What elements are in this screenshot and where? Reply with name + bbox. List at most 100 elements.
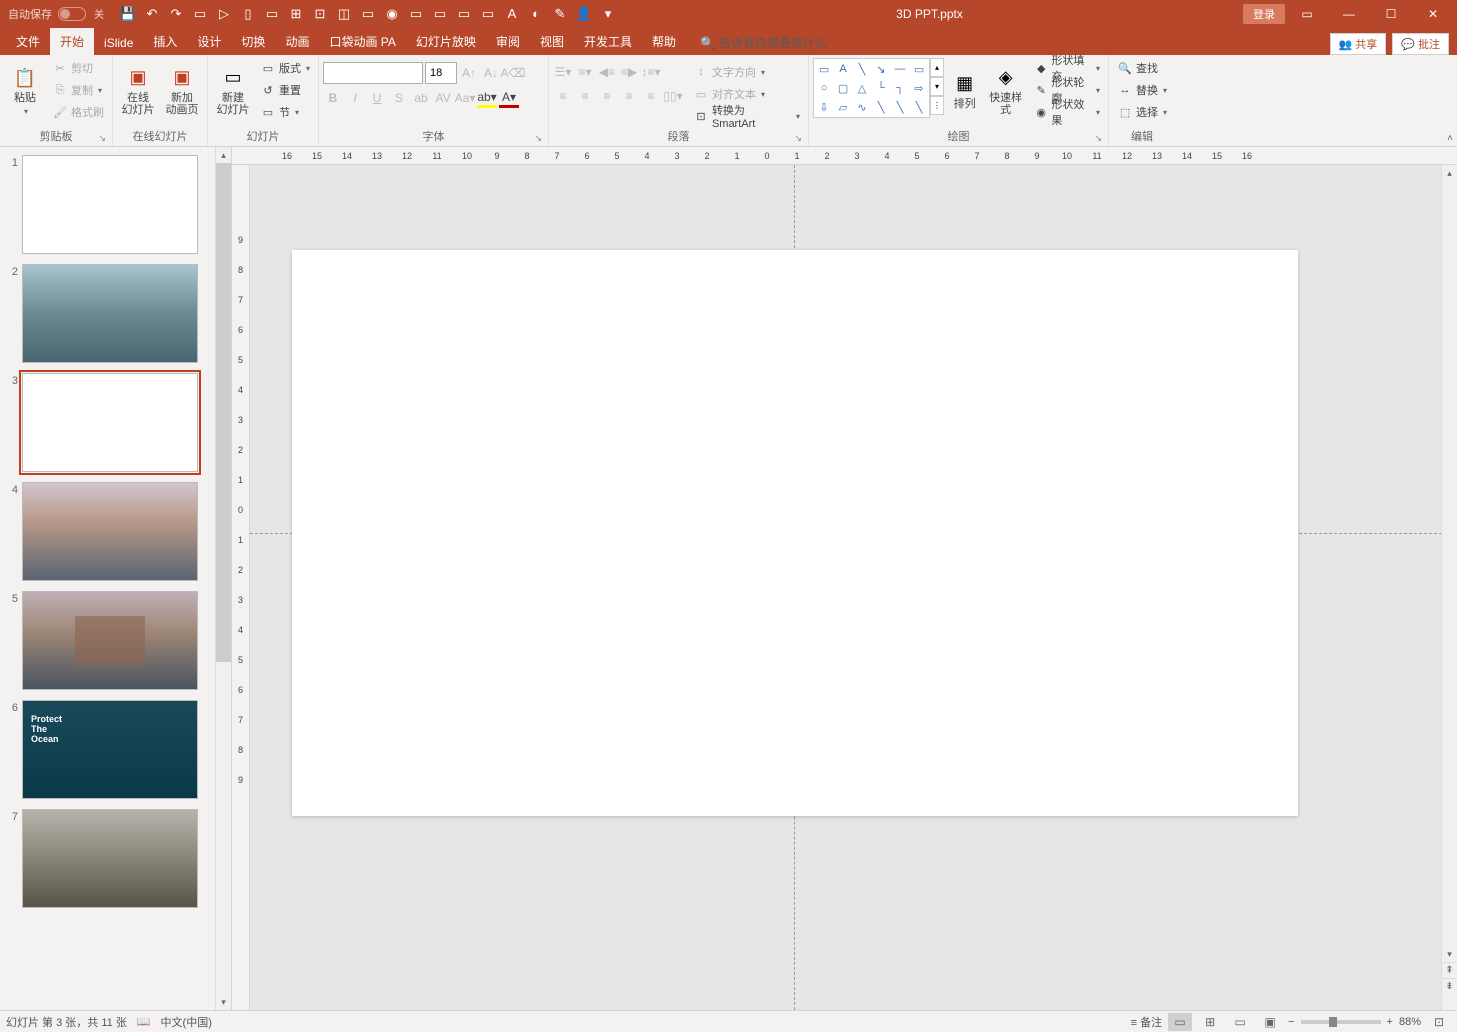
shapes-gallery[interactable]: ▭ A ╲ ↘ — ▭ ○ ▢ △ └ ┐ ⇨ ⇩ ▱ ∿ ╲ ╲: [813, 58, 930, 118]
editor-scrollbar[interactable]: ▴ ▾ ⇞ ⇟: [1441, 165, 1457, 1010]
justify-icon[interactable]: ≡: [619, 86, 639, 106]
slide-thumb-5[interactable]: 5: [4, 591, 231, 690]
qat-icon-10[interactable]: ▭: [432, 6, 448, 22]
new-anim-button[interactable]: ▣ 新加 动画页: [161, 58, 203, 124]
format-painter-button[interactable]: 🖌格式刷: [48, 102, 108, 122]
slide-counter[interactable]: 幻灯片 第 3 张，共 11 张: [6, 1014, 127, 1030]
increase-indent-icon[interactable]: ≡▶: [619, 62, 639, 82]
notes-button[interactable]: ≡ 备注: [1131, 1014, 1162, 1030]
shape-line3-icon[interactable]: ╲: [872, 98, 890, 116]
panel-scrollbar[interactable]: ▴ ▾: [215, 147, 231, 1010]
slide-thumbnail[interactable]: [22, 809, 198, 908]
slide-thumbnail[interactable]: [22, 373, 198, 472]
dialog-launcher-icon[interactable]: ↘: [98, 133, 106, 144]
share-button[interactable]: 👥共享: [1330, 33, 1387, 55]
qat-icon-4[interactable]: ⊞: [288, 6, 304, 22]
tab-design[interactable]: 设计: [187, 28, 231, 55]
font-size-input[interactable]: [425, 62, 457, 84]
shapes-down-icon[interactable]: ▾: [930, 77, 944, 96]
qat-icon-13[interactable]: A: [504, 6, 520, 22]
new-slide-button[interactable]: ▭ 新建 幻灯片: [212, 58, 254, 124]
tell-me-search[interactable]: 🔍 告诉我你想要做什么: [694, 30, 833, 55]
slideshow-view-icon[interactable]: ▣: [1258, 1013, 1282, 1031]
zoom-in-icon[interactable]: +: [1387, 1016, 1393, 1028]
slide-thumb-4[interactable]: 4: [4, 482, 231, 581]
section-button[interactable]: ▭节▾: [256, 102, 314, 122]
minimize-icon[interactable]: —: [1329, 2, 1369, 26]
slide-thumb-2[interactable]: 2: [4, 264, 231, 363]
shape-elbow2-icon[interactable]: ┐: [891, 79, 909, 97]
tab-pocket-anim[interactable]: 口袋动画 PA: [319, 28, 405, 55]
from-beginning-icon[interactable]: ▷: [216, 6, 232, 22]
close-icon[interactable]: ✕: [1413, 2, 1453, 26]
language-indicator[interactable]: 中文(中国): [161, 1014, 212, 1030]
shape-rightarrow-icon[interactable]: ⇨: [910, 79, 928, 97]
shape-callout-icon[interactable]: ▱: [834, 98, 852, 116]
tab-view[interactable]: 视图: [530, 28, 574, 55]
login-button[interactable]: 登录: [1243, 4, 1285, 24]
increase-font-icon[interactable]: A↑: [459, 63, 479, 83]
char-spacing-icon[interactable]: AV: [433, 88, 453, 108]
shape-effects-button[interactable]: ◉形状效果▾: [1030, 102, 1104, 122]
slide-thumbnail[interactable]: [22, 155, 198, 254]
tab-file[interactable]: 文件: [6, 28, 50, 55]
zoom-out-icon[interactable]: −: [1288, 1016, 1294, 1028]
shape-downarrow-icon[interactable]: ⇩: [815, 98, 833, 116]
spell-check-icon[interactable]: 📖: [137, 1015, 151, 1028]
shapes-up-icon[interactable]: ▴: [930, 58, 944, 77]
highlight-icon[interactable]: ab▾: [477, 88, 497, 108]
collapse-ribbon-icon[interactable]: ˄: [1447, 133, 1453, 144]
qat-icon-2[interactable]: ▯: [240, 6, 256, 22]
canvas-area[interactable]: [250, 165, 1457, 1010]
horizontal-ruler[interactable]: 1615141312111098765432101234567891011121…: [232, 147, 1457, 165]
shape-textbox-icon[interactable]: A: [834, 60, 852, 78]
tab-developer[interactable]: 开发工具: [574, 28, 642, 55]
slide-thumb-6[interactable]: 6: [4, 700, 231, 799]
dialog-launcher-icon[interactable]: ↘: [794, 133, 802, 144]
scroll-thumb[interactable]: [216, 163, 231, 662]
tab-animations[interactable]: 动画: [275, 28, 319, 55]
numbering-icon[interactable]: ≡▾: [575, 62, 595, 82]
slide-thumbnail[interactable]: [22, 264, 198, 363]
qat-icon-12[interactable]: ▭: [480, 6, 496, 22]
decrease-indent-icon[interactable]: ◀≡: [597, 62, 617, 82]
shadow-icon[interactable]: ab: [411, 88, 431, 108]
change-case-icon[interactable]: Aa▾: [455, 88, 475, 108]
shape-rect2-icon[interactable]: ▭: [910, 60, 928, 78]
online-slide-button[interactable]: ▣ 在线 幻灯片: [117, 58, 159, 124]
italic-icon[interactable]: I: [345, 88, 365, 108]
qat-icon-9[interactable]: ▭: [408, 6, 424, 22]
comments-button[interactable]: 💬批注: [1392, 33, 1449, 55]
shape-oval-icon[interactable]: ○: [815, 79, 833, 97]
zoom-slider[interactable]: [1301, 1020, 1381, 1024]
qat-icon-8[interactable]: ◉: [384, 6, 400, 22]
cut-button[interactable]: ✂剪切: [48, 58, 108, 78]
vertical-ruler[interactable]: 9876543210123456789: [232, 165, 250, 1010]
qat-icon-5[interactable]: ⊡: [312, 6, 328, 22]
slide-thumb-1[interactable]: 1: [4, 155, 231, 254]
qat-icon-14[interactable]: ◐: [528, 6, 544, 22]
qat-icon-11[interactable]: ▭: [456, 6, 472, 22]
shape-elbow-icon[interactable]: └: [872, 79, 890, 97]
align-right-icon[interactable]: ≡: [597, 86, 617, 106]
paste-button[interactable]: 📋 粘贴 ▾: [4, 58, 46, 124]
strikethrough-icon[interactable]: S: [389, 88, 409, 108]
scroll-up-icon[interactable]: ▴: [1442, 165, 1457, 181]
align-center-icon[interactable]: ≡: [575, 86, 595, 106]
decrease-font-icon[interactable]: A↓: [481, 63, 501, 83]
font-family-input[interactable]: [323, 62, 423, 84]
slide-thumb-7[interactable]: 7: [4, 809, 231, 908]
shape-arrow-icon[interactable]: ↘: [872, 60, 890, 78]
shape-rect-icon[interactable]: ▭: [815, 60, 833, 78]
align-left-icon[interactable]: ≡: [553, 86, 573, 106]
autosave-toggle[interactable]: [58, 7, 86, 21]
qat-icon-6[interactable]: ◫: [336, 6, 352, 22]
shape-triangle-icon[interactable]: △: [853, 79, 871, 97]
ribbon-display-icon[interactable]: ▭: [1287, 2, 1327, 26]
zoom-level[interactable]: 88%: [1399, 1016, 1421, 1028]
bullets-icon[interactable]: ☰▾: [553, 62, 573, 82]
copy-button[interactable]: ⎘复制▾: [48, 80, 108, 100]
qat-icon-3[interactable]: ▭: [264, 6, 280, 22]
align-text-button[interactable]: ▭对齐文本▾: [689, 84, 804, 104]
shape-line2-icon[interactable]: —: [891, 60, 909, 78]
